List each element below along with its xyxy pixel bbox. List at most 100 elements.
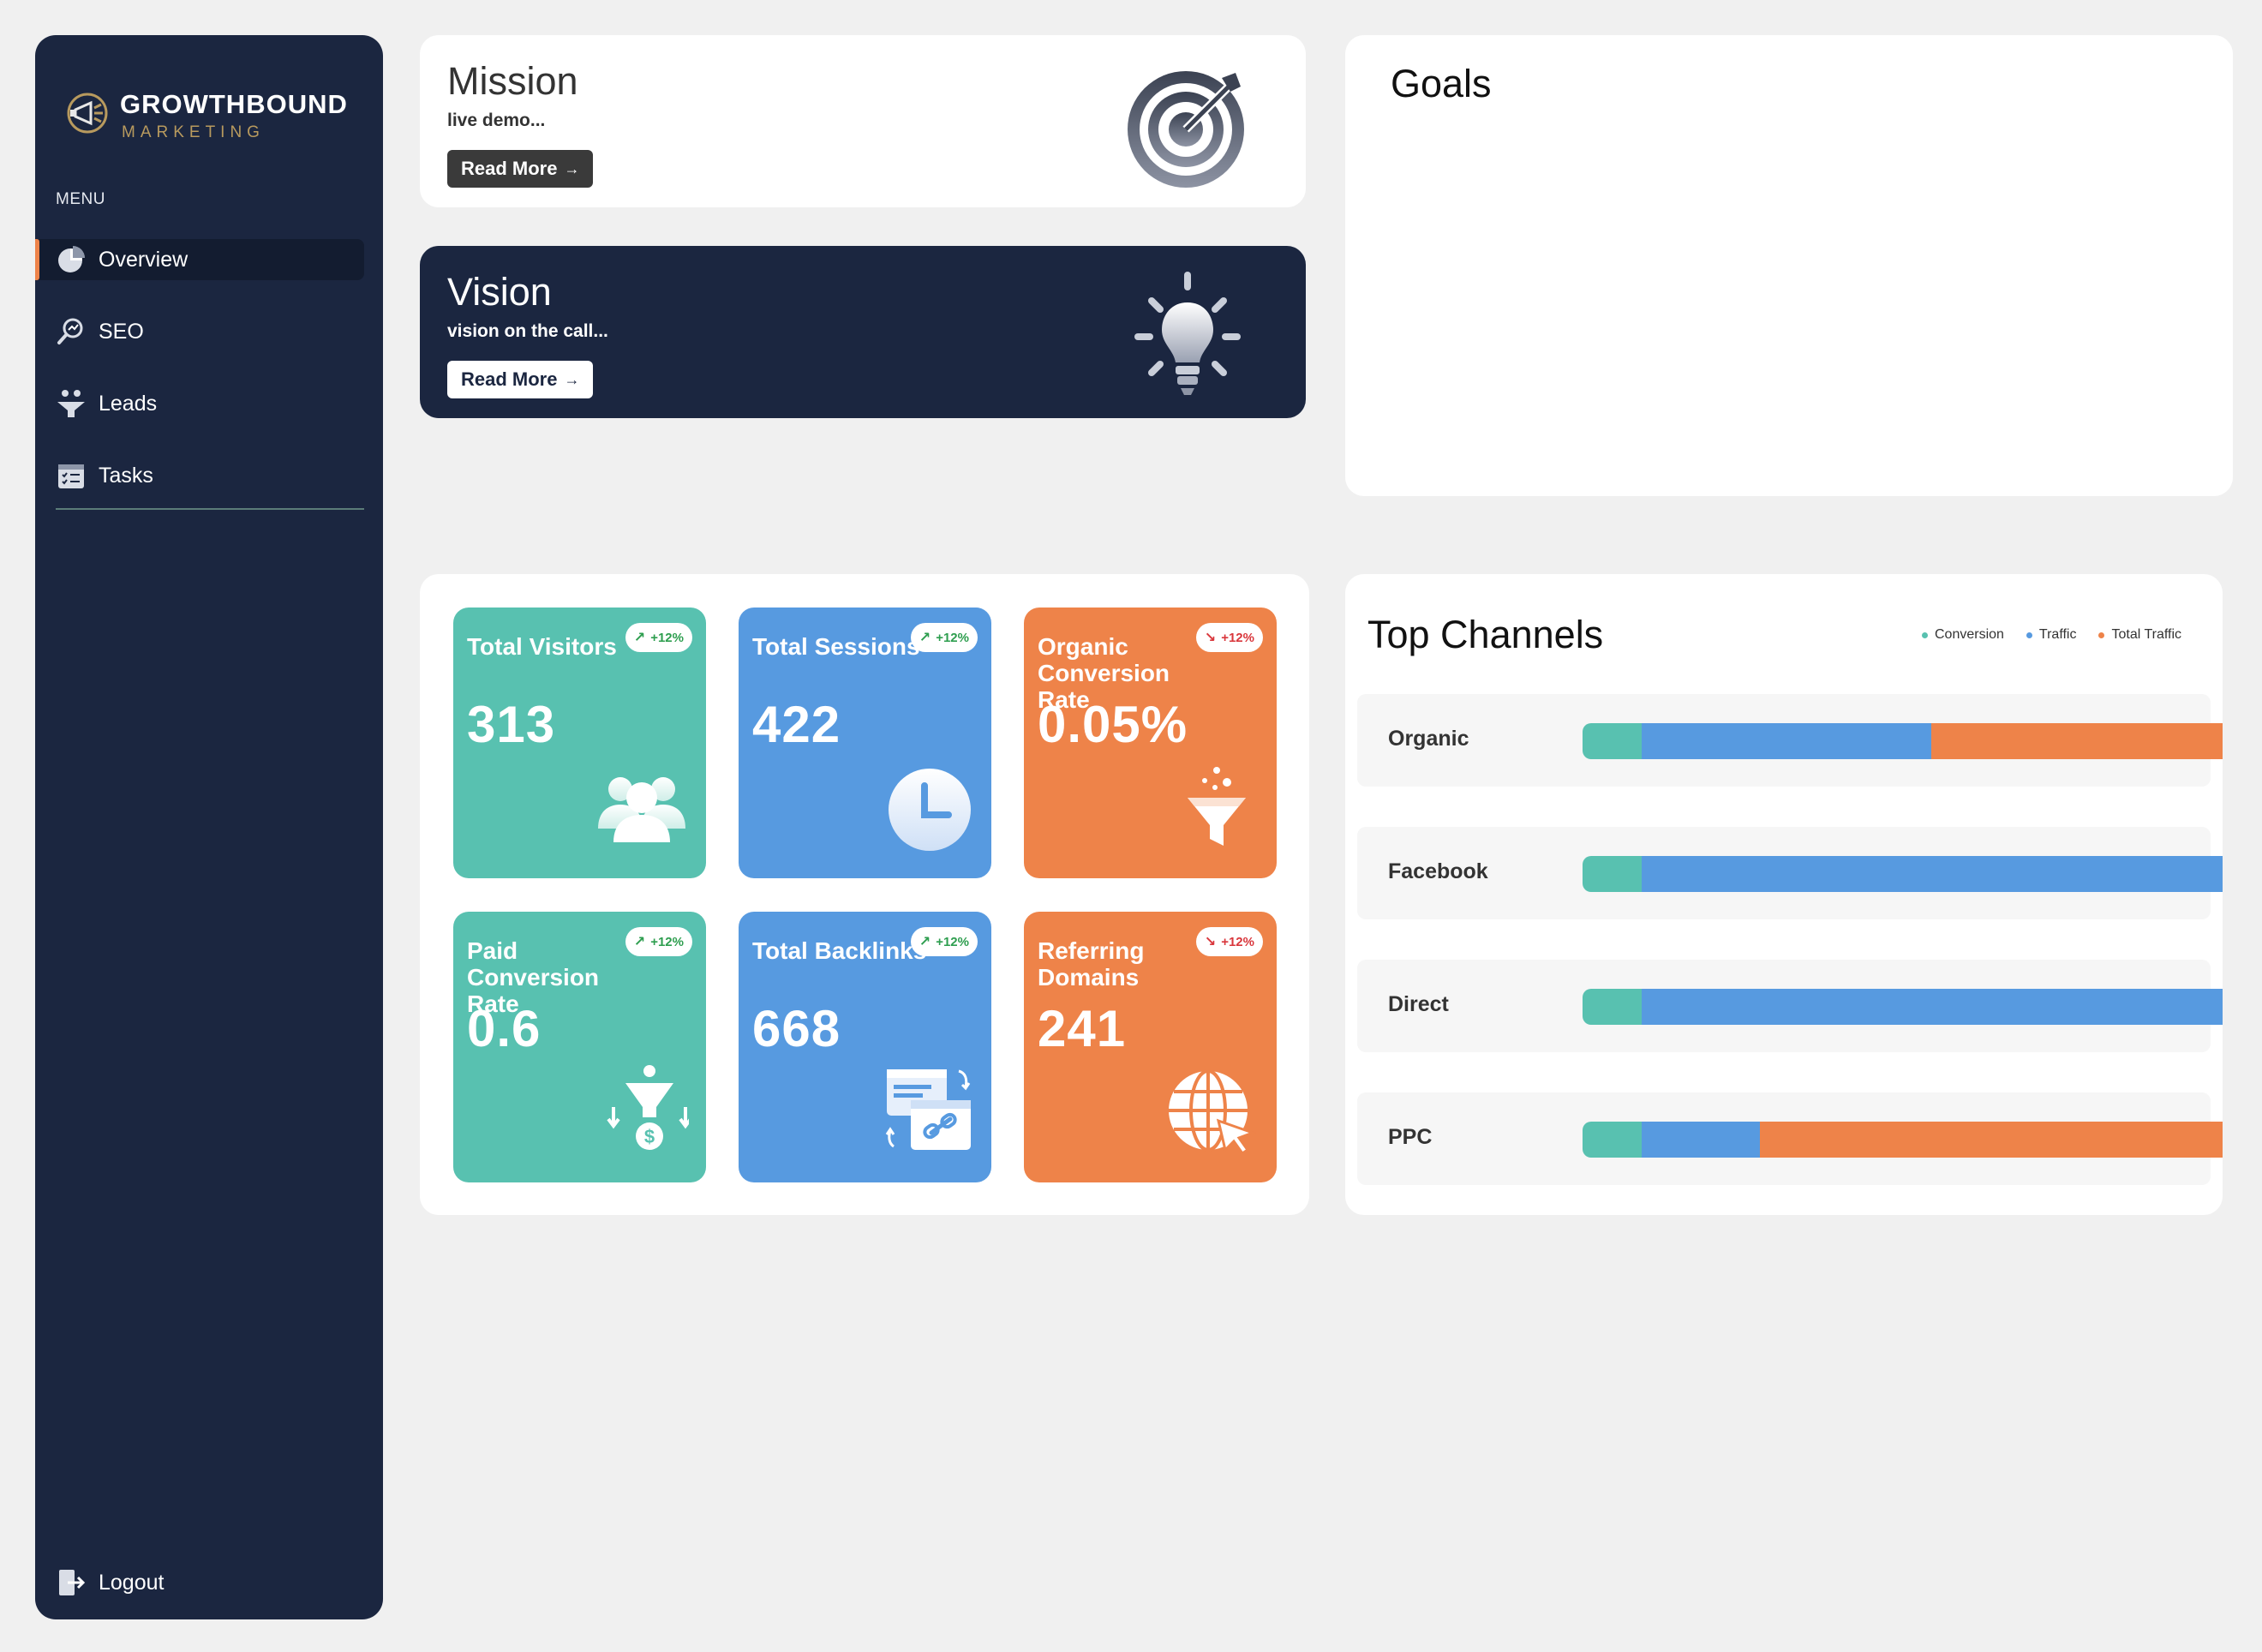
- mission-read-more-button[interactable]: Read More →: [447, 150, 594, 188]
- bar-segment-traffic: [1642, 1122, 1760, 1158]
- clock-icon: [889, 769, 971, 851]
- funnel-icon: [1188, 767, 1246, 846]
- sidebar-item-leads[interactable]: Leads: [35, 383, 364, 424]
- change-badge: ↘ +12%: [1195, 623, 1263, 652]
- arrow-right-icon: →: [564, 159, 580, 177]
- bar-segment-conversion: [1583, 989, 1642, 1025]
- channel-name: Direct: [1388, 992, 1449, 1016]
- legend-dot: [1921, 631, 1928, 638]
- stat-value: 0.05%: [1038, 696, 1188, 753]
- legend-label: Traffic: [2038, 627, 2077, 642]
- read-more-label: Read More: [461, 368, 558, 390]
- arrow-right-icon: →: [564, 370, 580, 388]
- bar-segment-traffic: [1642, 723, 1932, 759]
- trend-up-icon: ↗: [919, 631, 931, 645]
- legend-item-traffic: Traffic: [2026, 627, 2077, 643]
- goals-card: Goals: [1345, 35, 2233, 496]
- sidebar-item-label: Tasks: [99, 463, 153, 488]
- change-badge: ↗ +12%: [625, 623, 692, 652]
- channel-row-organic[interactable]: Organic: [1357, 694, 2223, 787]
- legend-label: Total Traffic: [2111, 627, 2181, 642]
- legend-dot: [2026, 631, 2032, 638]
- goals-title: Goals: [1391, 62, 1492, 105]
- chart-legend: Conversion Traffic Total Traffic: [1921, 627, 2181, 643]
- sidebar-item-seo[interactable]: SEO: [35, 311, 364, 352]
- sidebar-item-label: SEO: [99, 319, 144, 344]
- stat-value: 241: [1038, 1000, 1127, 1057]
- mission-text: live demo...: [447, 111, 546, 130]
- change-badge: ↘ +12%: [1195, 927, 1263, 956]
- legend-item-conversion: Conversion: [1921, 627, 2004, 643]
- bar-segment-total-traffic: [1760, 1122, 2223, 1158]
- change-value: +12%: [1221, 934, 1254, 949]
- legend-dot: [2098, 631, 2105, 638]
- bar-segment-conversion: [1583, 856, 1642, 892]
- trend-down-icon: ↘: [1204, 631, 1217, 645]
- lightbulb-icon: [1134, 272, 1241, 395]
- globe-cursor-icon: [1169, 1069, 1257, 1156]
- change-badge: ↗ +12%: [910, 927, 978, 956]
- legend-item-total-traffic: Total Traffic: [2098, 627, 2181, 643]
- stat-value: 0.6: [467, 1000, 542, 1057]
- stats-panel: Total Visitors 313 ↗ +12% Total Sessions …: [420, 574, 1309, 1215]
- pie-chart-icon: [58, 246, 85, 272]
- change-value: +12%: [1221, 630, 1254, 645]
- stat-card-total-visitors[interactable]: Total Visitors 313 ↗ +12%: [453, 608, 706, 878]
- bar-segment-total-traffic: [1931, 723, 2223, 759]
- megaphone-logo-icon: [67, 93, 108, 134]
- target-icon: [1128, 71, 1244, 188]
- bar-segment-conversion: [1583, 1122, 1642, 1158]
- backlinks-icon: [885, 1069, 971, 1150]
- stat-card-paid-conversion-rate[interactable]: Paid Conversion Rate 0.6 ↗ +12% $: [453, 912, 706, 1182]
- trend-up-icon: ↗: [633, 935, 646, 949]
- mission-card: Mission live demo... Read More →: [420, 35, 1306, 207]
- sidebar-item-overview[interactable]: Overview: [35, 239, 364, 280]
- channel-name: PPC: [1388, 1125, 1433, 1149]
- mission-title: Mission: [447, 59, 578, 103]
- money-funnel-icon: $: [607, 1065, 689, 1150]
- sidebar-divider: [56, 508, 364, 510]
- trend-down-icon: ↘: [1204, 935, 1217, 949]
- channel-bar: [1583, 723, 2223, 759]
- stat-value: 313: [467, 696, 556, 753]
- vision-text: vision on the call...: [447, 321, 608, 341]
- top-channels-card: Top Channels Conversion Traffic Total Tr…: [1345, 574, 2223, 1215]
- vision-read-more-button[interactable]: Read More →: [447, 361, 594, 398]
- brand-name: GROWTHBOUND: [120, 89, 348, 119]
- logout-door-icon: [59, 1570, 86, 1595]
- stat-card-total-backlinks[interactable]: Total Backlinks 668 ↗ +12%: [739, 912, 991, 1182]
- logout-button[interactable]: Logout: [56, 1562, 164, 1603]
- bar-segment-traffic: [1642, 989, 2223, 1025]
- change-badge: ↗ +12%: [625, 927, 692, 956]
- channel-name: Organic: [1388, 727, 1469, 751]
- sidebar-item-tasks[interactable]: Tasks: [35, 455, 364, 496]
- sidebar: GROWTHBOUND MARKETING MENU Overview SEO: [35, 35, 383, 1619]
- channel-row-direct[interactable]: Direct: [1357, 960, 2223, 1052]
- read-more-label: Read More: [461, 158, 558, 179]
- trend-up-icon: ↗: [919, 935, 931, 949]
- brand-subtitle: MARKETING: [122, 123, 265, 141]
- brand-logo[interactable]: GROWTHBOUND MARKETING: [60, 74, 351, 168]
- channel-bar: [1583, 856, 2223, 892]
- change-value: +12%: [936, 630, 969, 645]
- sidebar-item-label: Leads: [99, 391, 158, 416]
- svg-text:$: $: [644, 1126, 655, 1147]
- bar-segment-traffic: [1642, 856, 2223, 892]
- legend-label: Conversion: [1934, 627, 2004, 642]
- channel-row-facebook[interactable]: Facebook: [1357, 827, 2223, 919]
- stat-card-total-sessions[interactable]: Total Sessions 422 ↗ +12%: [739, 608, 991, 878]
- stat-value: 668: [752, 1000, 841, 1057]
- change-value: +12%: [650, 934, 684, 949]
- stat-card-referring-domains[interactable]: Referring Domains 241 ↘ +12%: [1024, 912, 1277, 1182]
- channel-bar: [1583, 989, 2223, 1025]
- menu-heading: MENU: [56, 190, 105, 208]
- channel-row-ppc[interactable]: PPC: [1357, 1092, 2223, 1185]
- tasks-checklist-icon: [58, 464, 84, 488]
- stat-card-organic-conversion-rate[interactable]: Organic Conversion Rate 0.05% ↘ +12%: [1024, 608, 1277, 878]
- trend-up-icon: ↗: [633, 631, 646, 645]
- channel-name: Facebook: [1388, 859, 1488, 883]
- leads-funnel-icon: [57, 390, 85, 417]
- sidebar-item-label: Overview: [99, 247, 188, 272]
- top-channels-title: Top Channels: [1367, 613, 1604, 656]
- logout-label: Logout: [99, 1570, 165, 1595]
